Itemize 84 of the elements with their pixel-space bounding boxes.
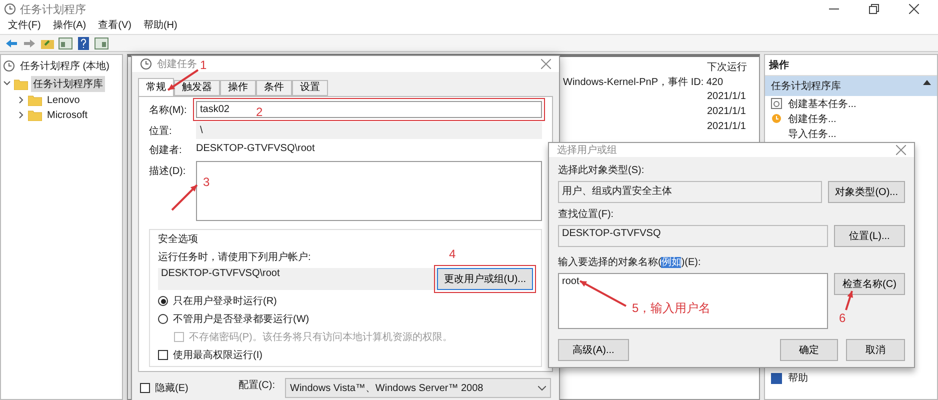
option-label: 不管用户是否登录都要运行(W) (173, 312, 310, 326)
tab[interactable]: 常规 (138, 78, 174, 96)
action-link[interactable]: 帮助 (788, 371, 808, 385)
folder-icon (28, 95, 42, 106)
panel-button[interactable] (94, 36, 109, 50)
change-user-button[interactable]: 更改用户或组(U)... (436, 268, 533, 290)
account-text: DESKTOP-GTVFVSQ\root (160, 268, 281, 279)
object-type-field: 用户、组或内置安全主体 (558, 181, 822, 203)
action-link[interactable]: 创建任务... (788, 112, 836, 126)
config-dropdown[interactable]: Windows Vista™、Windows Server™ 2008 (285, 378, 551, 398)
tree-item[interactable]: Microsoft (45, 109, 90, 122)
tab[interactable]: 设置 (292, 80, 328, 96)
field-label: 创建者: (149, 144, 183, 157)
field-label: 配置(C): (238, 378, 276, 392)
location-field: DESKTOP-GTVFVSQ (558, 225, 828, 247)
field-label: 名称(M): (149, 104, 188, 116)
annotation-label: 1 (200, 58, 207, 72)
tree-item[interactable]: 任务计划程序库 (31, 76, 105, 92)
annotation-label: 2 (256, 105, 263, 119)
option-label: 隐藏(E) (155, 382, 188, 395)
annotation-label: 4 (449, 247, 456, 261)
menu-item[interactable]: 文件(F) (8, 18, 41, 32)
option-label: 使用最高权限运行(I) (173, 348, 262, 362)
group-title: 安全选项 (158, 232, 198, 246)
radio-button[interactable] (158, 296, 168, 306)
chevron-down-icon (538, 386, 546, 390)
dialog-title: 选择用户或组 (557, 144, 617, 157)
annotation-arrow (171, 184, 198, 211)
dialog-title: 创建任务 (157, 58, 197, 71)
action-link[interactable]: 导入任务... (788, 126, 836, 140)
menu-item[interactable]: 帮助(H) (143, 18, 178, 32)
minimize-icon (829, 8, 839, 10)
tab[interactable]: 操作 (220, 80, 256, 96)
checkbox[interactable] (140, 383, 150, 393)
column-header[interactable]: 下次运行 (707, 60, 759, 74)
examples-link[interactable]: 例如 (661, 257, 682, 268)
field-label: 查找位置(F): (558, 208, 614, 221)
console-button[interactable] (58, 36, 73, 50)
menu-item[interactable]: 操作(A) (52, 18, 86, 32)
folder-icon (14, 78, 28, 90)
annotation-arrow (845, 290, 853, 310)
annotation-label: 6 (839, 311, 846, 325)
option-label: 不存储密码(P)。该任务将只有访问本地计算机资源的权限。 (189, 330, 452, 344)
account-label: 运行任务时，请使用下列用户帐户: (158, 250, 311, 264)
check-names-button[interactable]: 检查名称(C) (834, 273, 905, 295)
clock-icon (3, 60, 15, 72)
ok-button[interactable]: 确定 (780, 339, 838, 361)
collapse-icon (923, 79, 931, 85)
advanced-button[interactable]: 高级(A)... (558, 339, 629, 361)
close-button[interactable] (908, 3, 920, 15)
author-text: DESKTOP-GTVFVSQ\root (196, 143, 315, 154)
cancel-button[interactable]: 取消 (846, 339, 905, 361)
annotation-label: 3 (203, 175, 210, 189)
field-label: 描述(D): (149, 164, 187, 178)
field-label: 选择此对象类型(S): (558, 164, 644, 177)
location-button[interactable]: 位置(L)... (834, 225, 905, 247)
table-cell-text: 2021/1/1 (707, 106, 747, 117)
description-field[interactable] (196, 161, 542, 221)
field-label: 输入要选择的对象名称(例如)(E): (558, 256, 701, 269)
option-label: 只在用户登录时运行(R) (173, 294, 277, 308)
tab[interactable]: 条件 (256, 80, 292, 96)
annotation-arrow (580, 280, 626, 307)
clock-icon (4, 3, 16, 15)
help-button[interactable] (76, 36, 91, 50)
maximize-button[interactable] (868, 3, 880, 15)
radio-button[interactable] (158, 314, 168, 324)
tab[interactable]: 触发器 (174, 80, 220, 96)
tree-item[interactable]: 任务计划程序 (本地) (18, 58, 112, 74)
folder-icon (28, 110, 42, 121)
clock-icon (771, 113, 782, 124)
action-link[interactable]: 创建基本任务... (788, 96, 856, 110)
tree-item[interactable]: Lenovo (45, 94, 82, 107)
object-type-button[interactable]: 对象类型(O)... (828, 181, 905, 203)
checkbox[interactable] (158, 350, 168, 360)
field-label: 位置: (149, 124, 173, 138)
annotation-label: 5，输入用户名 (632, 300, 711, 317)
table-cell-text: Windows-Kernel-PnP，事件 ID: 420 (563, 76, 724, 88)
table-cell-text: 2021/1/1 (707, 91, 747, 102)
section-title: 任务计划程序库 (771, 80, 841, 93)
window-title: 任务计划程序 (20, 2, 86, 16)
chevron-down-icon[interactable] (3, 79, 11, 87)
table-cell-text: 2021/1/1 (707, 121, 747, 132)
location-field: \ (196, 122, 542, 139)
menu-item[interactable]: 查看(V) (98, 18, 132, 32)
